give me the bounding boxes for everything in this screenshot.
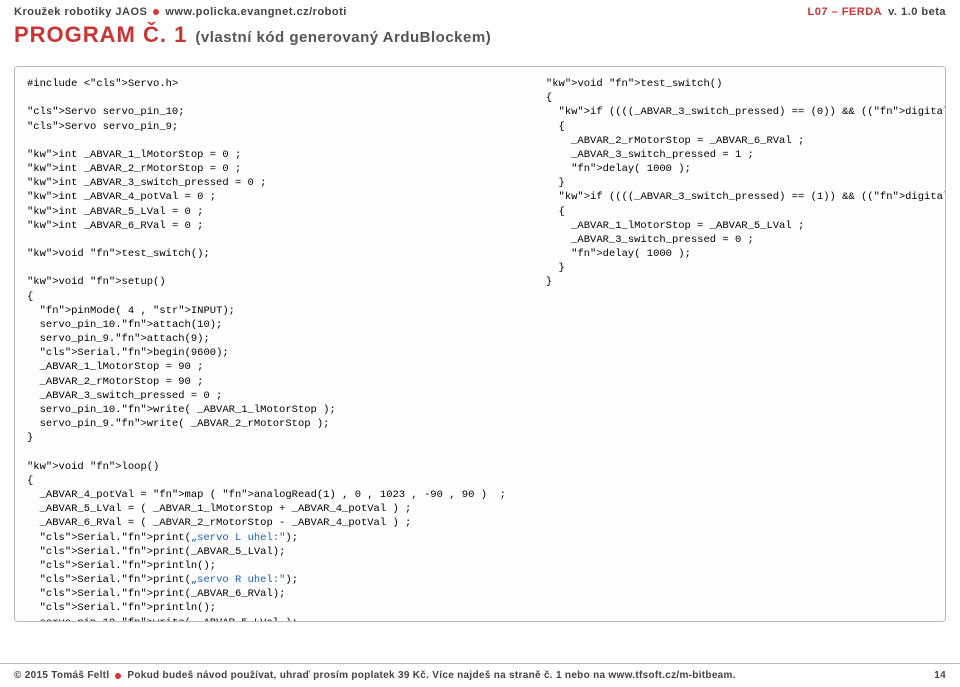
page-title: PROGRAM Č. 1 [14, 22, 187, 48]
code-column-right: "kw">void "fn">test_switch() { "kw">if (… [546, 77, 946, 622]
doc-code: L07 – FERDA [808, 6, 883, 18]
page-number: 14 [934, 670, 946, 681]
header-right: L07 – FERDA v. 1.0 beta [808, 6, 946, 18]
header-left: Kroužek robotiky JAOS www.policka.evangn… [14, 6, 347, 18]
page-header: Kroužek robotiky JAOS www.policka.evangn… [0, 0, 960, 20]
page-subtitle: (vlastní kód generovaný ArduBlockem) [195, 29, 491, 46]
code-column-left: #include <"cls">Servo.h> "cls">Servo ser… [27, 77, 506, 622]
dot-icon [115, 673, 121, 679]
header-club: Kroužek robotiky JAOS [14, 6, 147, 18]
footer-left: © 2015 Tomáš Feltl Pokud budeš návod pou… [14, 670, 736, 681]
dot-icon [153, 9, 159, 15]
footer-copyright: © 2015 Tomáš Feltl [14, 670, 109, 681]
header-url: www.policka.evangnet.cz/roboti [165, 6, 346, 18]
code-box: #include <"cls">Servo.h> "cls">Servo ser… [14, 66, 946, 622]
page-footer: © 2015 Tomáš Feltl Pokud budeš návod pou… [0, 663, 960, 687]
title-row: PROGRAM Č. 1 (vlastní kód generovaný Ard… [0, 20, 960, 58]
footer-notice: Pokud budeš návod používat, uhraď prosím… [127, 670, 735, 681]
doc-version: v. 1.0 beta [888, 6, 946, 18]
